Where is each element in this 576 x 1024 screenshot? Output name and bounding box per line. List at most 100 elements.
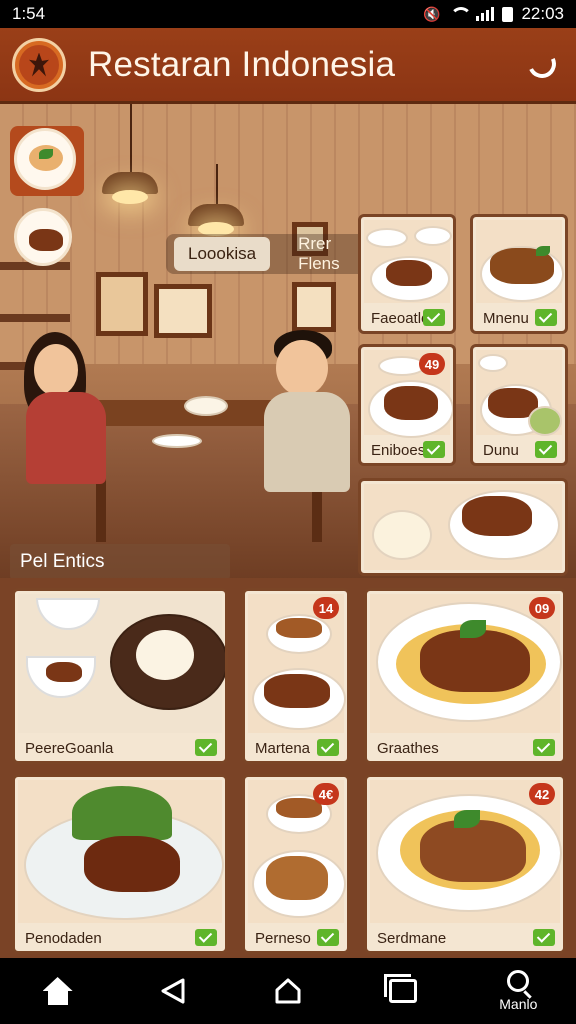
dish-meat bbox=[420, 820, 526, 882]
dish-meat bbox=[46, 662, 82, 682]
check-icon[interactable] bbox=[423, 309, 445, 326]
card-label: Serdmane bbox=[377, 930, 447, 947]
lamp-cord bbox=[216, 164, 218, 206]
shelf bbox=[0, 314, 70, 322]
bottom-navigation: Manlo bbox=[0, 958, 576, 1024]
garnish-icon bbox=[460, 620, 486, 638]
dish-photo bbox=[476, 350, 562, 436]
check-icon[interactable] bbox=[533, 739, 555, 756]
side-card-4[interactable]: Dunu bbox=[470, 344, 568, 466]
card-label: Mnenu bbox=[483, 310, 529, 327]
dish-meat bbox=[462, 496, 532, 536]
card-label: Dunu bbox=[483, 442, 519, 459]
dish-meat bbox=[384, 386, 438, 420]
count-badge: 09 bbox=[529, 597, 555, 619]
side-bowl bbox=[478, 354, 508, 372]
side-card-1[interactable]: Faeoatlo bbox=[358, 214, 456, 334]
plate bbox=[184, 396, 228, 416]
side-card-5[interactable] bbox=[358, 478, 568, 576]
dish-meat bbox=[84, 836, 180, 892]
home-icon bbox=[43, 977, 73, 1005]
dish-meat bbox=[29, 229, 63, 251]
filter-tab-active[interactable]: Loookisa bbox=[174, 237, 271, 271]
dish-meat bbox=[386, 260, 432, 286]
restaurant-logo[interactable] bbox=[12, 37, 66, 92]
dish-thumb-1[interactable] bbox=[14, 128, 76, 190]
nav-search[interactable]: Manlo bbox=[488, 961, 548, 1021]
garnish-icon bbox=[536, 246, 550, 256]
app-screen: 1:54 🔇 22:03 Restaran Indonesia Loookisa… bbox=[0, 0, 576, 1024]
banana-leaf bbox=[72, 786, 172, 840]
face bbox=[276, 340, 328, 396]
check-icon[interactable] bbox=[535, 309, 557, 326]
check-icon[interactable] bbox=[317, 929, 339, 946]
section-label: Pel Entics bbox=[10, 544, 230, 578]
pendant-lamp-icon bbox=[188, 204, 244, 236]
count-badge: 14 bbox=[313, 597, 339, 619]
status-icons: 🔇 22:03 bbox=[423, 4, 564, 24]
nav-back[interactable] bbox=[143, 961, 203, 1021]
dish-meat bbox=[276, 618, 322, 638]
torso bbox=[264, 392, 350, 492]
wall-picture bbox=[154, 284, 212, 338]
home-outline-icon bbox=[274, 977, 302, 1005]
recents-icon bbox=[384, 974, 418, 1003]
grid-card-6[interactable]: 42 Serdmane bbox=[364, 774, 566, 954]
card-label: Graathes bbox=[377, 740, 439, 757]
count-badge: 49 bbox=[419, 353, 445, 375]
grid-card-3[interactable]: 09 Graathes bbox=[364, 588, 566, 764]
check-icon[interactable] bbox=[535, 441, 557, 458]
grid-card-5[interactable]: 4€ Perneso bbox=[242, 774, 350, 954]
app-title: Restaran Indonesia bbox=[88, 44, 396, 84]
side-card-3[interactable]: 49 Eniboes bbox=[358, 344, 456, 466]
lamp-cord bbox=[130, 104, 132, 174]
side-bowl bbox=[414, 226, 452, 246]
card-label: Perneso bbox=[255, 930, 311, 947]
check-icon[interactable] bbox=[317, 739, 339, 756]
card-label: Eniboes bbox=[371, 442, 426, 459]
dish-thumb-2[interactable] bbox=[14, 208, 72, 266]
status-time: 1:54 bbox=[12, 4, 46, 23]
status-bar: 1:54 🔇 22:03 bbox=[0, 0, 576, 28]
back-triangle-icon bbox=[159, 977, 187, 1005]
dish-meat bbox=[266, 856, 328, 900]
dish-meat bbox=[264, 674, 330, 708]
face bbox=[34, 344, 78, 396]
teacup bbox=[372, 510, 432, 560]
refresh-icon[interactable] bbox=[524, 46, 560, 82]
app-header: Restaran Indonesia bbox=[0, 28, 576, 104]
nav-recents[interactable] bbox=[373, 961, 433, 1021]
grid-card-1[interactable]: PeereGoanla bbox=[12, 588, 228, 764]
garnish-icon bbox=[454, 810, 480, 828]
card-label: Martena bbox=[255, 740, 311, 757]
pendant-lamp-icon bbox=[102, 172, 158, 204]
dish-photo bbox=[18, 594, 225, 733]
woman-diner bbox=[18, 332, 118, 532]
side-card-2[interactable]: Mnenu bbox=[470, 214, 568, 334]
check-icon[interactable] bbox=[533, 929, 555, 946]
man-diner bbox=[244, 330, 354, 550]
garnish-icon bbox=[39, 149, 53, 159]
check-icon[interactable] bbox=[195, 739, 217, 756]
dish-grid: PeereGoanla 14 Martena 09 Graathes Penod… bbox=[0, 578, 576, 958]
dish-rice bbox=[136, 630, 194, 680]
nav-home-outline[interactable] bbox=[258, 961, 318, 1021]
status-clock: 22:03 bbox=[521, 4, 564, 23]
logo-emblem-icon bbox=[19, 44, 59, 85]
check-icon[interactable] bbox=[195, 929, 217, 946]
dish-photo bbox=[476, 220, 564, 303]
nav-home[interactable] bbox=[28, 961, 88, 1021]
grid-card-4[interactable]: Penodaden bbox=[12, 774, 228, 954]
wall-picture bbox=[96, 272, 148, 336]
wifi-icon bbox=[448, 7, 473, 21]
grid-card-2[interactable]: 14 Martena bbox=[242, 588, 350, 764]
hero-illustration: Loookisa Rrer Flens ➤ Faeoatlo Mnenu bbox=[0, 104, 576, 578]
count-badge: 42 bbox=[529, 783, 555, 805]
check-icon[interactable] bbox=[423, 441, 445, 458]
wall-picture bbox=[292, 282, 336, 332]
card-label: Penodaden bbox=[25, 930, 102, 947]
dish-photo bbox=[18, 780, 224, 923]
mute-icon: 🔇 bbox=[423, 5, 441, 22]
dish-photo bbox=[364, 220, 452, 303]
card-label: Faeoatlo bbox=[371, 310, 430, 327]
